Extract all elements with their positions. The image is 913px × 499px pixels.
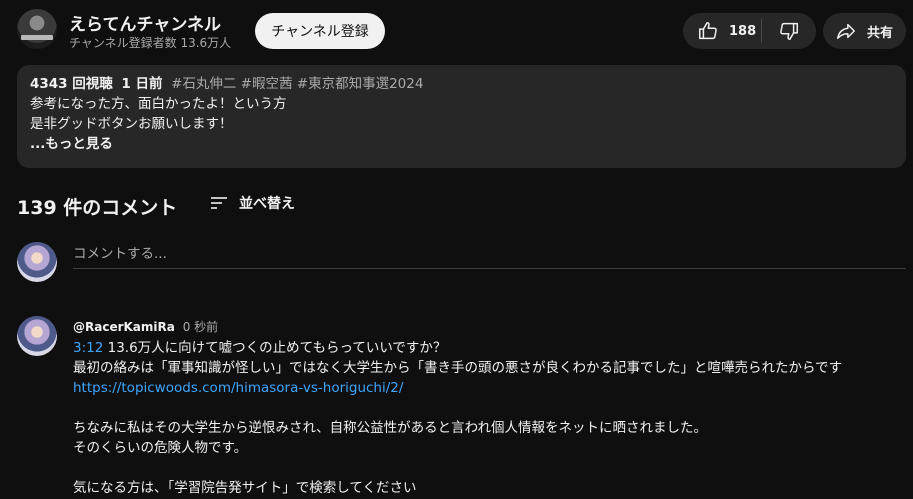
current-user-avatar[interactable]: [17, 242, 57, 282]
comment-text-2: 最初の絡みは「軍事知識が怪しい」ではなく大学生から「書き手の頭の悪さが良くわかる…: [73, 360, 843, 376]
hashtags[interactable]: #石丸伸二 #暇空茜 #東京都知事選2024: [171, 76, 423, 92]
share-button[interactable]: 共有: [823, 13, 906, 49]
comment-text-3: ちなみに私はその大学生から逆恨みされ、自称公益性があると言われ個人情報をネットに…: [73, 420, 707, 436]
description-line-2: 是非グッドボタンお願いします！: [30, 116, 233, 132]
comment-body: 3:12 13.6万人に向けて嘘つくの止めてもらっていいですか？ 最初の絡みは「…: [73, 338, 903, 498]
share-label: 共有: [867, 25, 894, 41]
comment-author-avatar[interactable]: [17, 316, 57, 356]
comment-url-link[interactable]: https://topicwoods.com/himasora-vs-horig…: [73, 380, 403, 396]
comment-timestamp-link[interactable]: 3:12: [73, 340, 103, 356]
comment-header: @RacerKamiRa 0 秒前: [73, 318, 218, 335]
sort-button[interactable]: 並べ替え: [209, 193, 295, 213]
sort-icon: [209, 193, 229, 213]
upload-age: 1 日前: [121, 76, 163, 92]
video-description[interactable]: 4343 回視聴 1 日前 #石丸伸二 #暇空茜 #東京都知事選2024 参考に…: [17, 65, 906, 168]
comment-text-4: そのくらいの危険人物です。: [73, 440, 248, 456]
subscriber-count: チャンネル登録者数 13.6万人: [69, 36, 232, 50]
comment-text-5: 気になる方は、「学習院告発サイト」で検索してください: [73, 480, 417, 496]
comment-author[interactable]: @RacerKamiRa: [73, 320, 175, 334]
thumbs-up-icon: [697, 20, 719, 42]
thumbs-down-icon: [778, 20, 800, 42]
like-button[interactable]: 188: [683, 13, 761, 49]
channel-name[interactable]: えらてんチャンネル: [69, 10, 221, 35]
dislike-button[interactable]: [762, 13, 816, 49]
description-line-1: 参考になった方、面白かったよ！という方: [30, 96, 287, 112]
view-count: 4343 回視聴: [30, 76, 113, 92]
channel-avatar[interactable]: [17, 9, 57, 49]
comment-text-1: 13.6万人に向けて嘘つくの止めてもらっていいですか？: [103, 340, 447, 356]
description-meta: 4343 回視聴 1 日前 #石丸伸二 #暇空茜 #東京都知事選2024: [30, 74, 893, 94]
add-comment-input[interactable]: コメントする...: [73, 242, 906, 269]
like-count: 188: [729, 23, 757, 39]
show-more-button[interactable]: ...もっと見る: [30, 134, 893, 154]
like-dislike-group: 188: [683, 13, 816, 49]
subscribe-button[interactable]: チャンネル登録: [255, 13, 385, 49]
share-icon: [835, 20, 857, 42]
comment-time[interactable]: 0 秒前: [183, 320, 218, 334]
comment-line: 3:12 13.6万人に向けて嘘つくの止めてもらっていいですか？: [73, 338, 903, 358]
comment-count: 139 件のコメント: [17, 197, 178, 219]
sort-label: 並べ替え: [239, 196, 295, 212]
